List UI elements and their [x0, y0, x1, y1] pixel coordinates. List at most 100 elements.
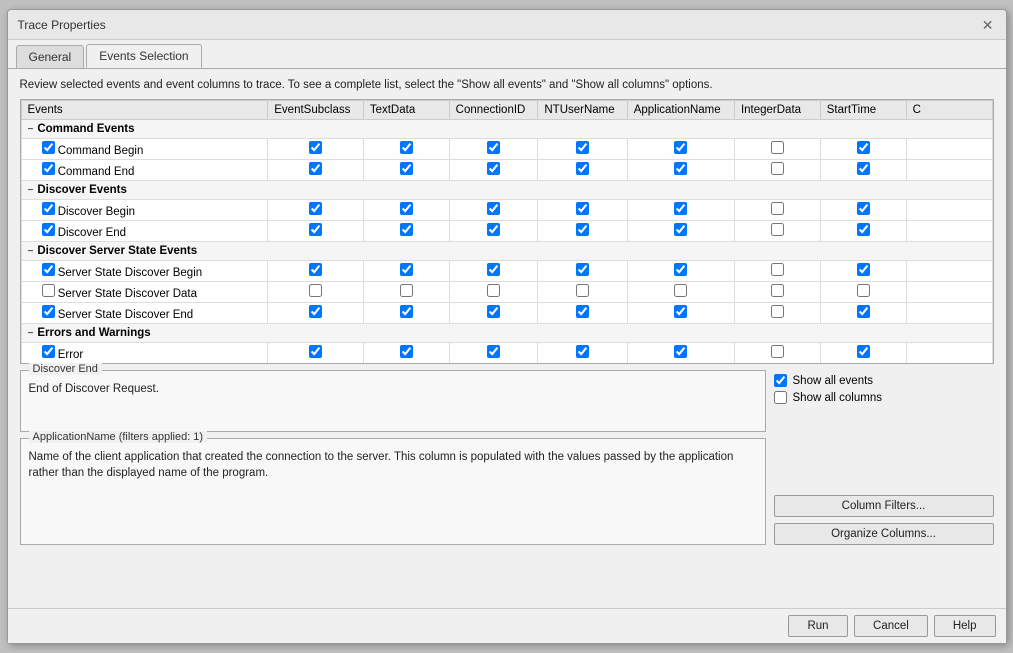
group-collapse-icon[interactable]: − [28, 185, 34, 196]
event-col-cell [820, 343, 906, 364]
group-collapse-icon[interactable]: − [28, 246, 34, 257]
col-checkbox[interactable] [857, 141, 870, 154]
col-checkbox[interactable] [487, 141, 500, 154]
table-row: Error [21, 343, 992, 364]
tab-general[interactable]: General [16, 45, 85, 68]
col-checkbox[interactable] [576, 223, 589, 236]
col-header-eventsubclass: EventSubclass [268, 101, 364, 120]
col-checkbox[interactable] [857, 223, 870, 236]
col-checkbox[interactable] [400, 162, 413, 175]
group-collapse-icon[interactable]: − [28, 328, 34, 339]
col-checkbox[interactable] [309, 223, 322, 236]
col-checkbox[interactable] [576, 345, 589, 358]
event-col-cell [363, 261, 449, 282]
col-checkbox[interactable] [487, 223, 500, 236]
event-name-cell: Command End [21, 160, 268, 181]
col-checkbox[interactable] [487, 263, 500, 276]
col-checkbox[interactable] [400, 141, 413, 154]
col-checkbox[interactable] [674, 305, 687, 318]
col-checkbox[interactable] [309, 162, 322, 175]
event-row-checkbox[interactable] [42, 305, 55, 318]
col-checkbox[interactable] [487, 305, 500, 318]
table-row: Server State Discover Data [21, 282, 992, 303]
help-button[interactable]: Help [934, 615, 996, 637]
col-checkbox[interactable] [576, 263, 589, 276]
col-checkbox[interactable] [674, 284, 687, 297]
col-checkbox[interactable] [771, 202, 784, 215]
col-checkbox[interactable] [309, 202, 322, 215]
col-checkbox[interactable] [771, 141, 784, 154]
col-checkbox[interactable] [771, 305, 784, 318]
col-checkbox[interactable] [674, 263, 687, 276]
show-all-events-checkbox[interactable] [774, 374, 787, 387]
col-checkbox[interactable] [576, 141, 589, 154]
event-col-cell [363, 343, 449, 364]
col-header-c: C [906, 101, 992, 120]
show-all-events-label: Show all events [793, 375, 874, 387]
col-checkbox[interactable] [771, 284, 784, 297]
event-row-checkbox[interactable] [42, 202, 55, 215]
show-all-columns-checkbox[interactable] [774, 391, 787, 404]
col-checkbox[interactable] [309, 345, 322, 358]
col-checkbox[interactable] [674, 202, 687, 215]
event-col-cell [538, 343, 627, 364]
col-checkbox[interactable] [400, 263, 413, 276]
col-checkbox[interactable] [674, 345, 687, 358]
event-row-checkbox[interactable] [42, 162, 55, 175]
col-checkbox[interactable] [771, 263, 784, 276]
col-checkbox[interactable] [674, 162, 687, 175]
organize-columns-button[interactable]: Organize Columns... [774, 523, 994, 545]
col-checkbox[interactable] [400, 284, 413, 297]
event-col-cell [734, 160, 820, 181]
col-checkbox[interactable] [576, 202, 589, 215]
col-checkbox[interactable] [857, 202, 870, 215]
tab-events-selection[interactable]: Events Selection [86, 44, 201, 68]
event-col-cell [449, 160, 538, 181]
application-name-title: ApplicationName (filters applied: 1) [29, 431, 208, 443]
cancel-button[interactable]: Cancel [854, 615, 928, 637]
col-checkbox[interactable] [857, 284, 870, 297]
group-collapse-icon[interactable]: − [28, 124, 34, 135]
col-checkbox[interactable] [771, 345, 784, 358]
events-table-wrapper[interactable]: Events EventSubclass TextData Connection… [20, 99, 994, 364]
event-row-checkbox[interactable] [42, 263, 55, 276]
bottom-area: Discover End End of Discover Request. Ap… [20, 370, 994, 545]
col-checkbox[interactable] [400, 345, 413, 358]
event-col-cell [449, 343, 538, 364]
col-checkbox[interactable] [400, 202, 413, 215]
col-checkbox[interactable] [576, 162, 589, 175]
col-checkbox[interactable] [771, 162, 784, 175]
col-checkbox[interactable] [309, 141, 322, 154]
table-row: Command End [21, 160, 992, 181]
event-row-checkbox[interactable] [42, 284, 55, 297]
col-checkbox[interactable] [487, 162, 500, 175]
run-button[interactable]: Run [788, 615, 848, 637]
event-col-cell [538, 160, 627, 181]
event-name-cell: Error [21, 343, 268, 364]
col-checkbox[interactable] [576, 305, 589, 318]
col-checkbox[interactable] [857, 162, 870, 175]
col-checkbox[interactable] [857, 305, 870, 318]
col-checkbox[interactable] [674, 141, 687, 154]
col-checkbox[interactable] [309, 284, 322, 297]
event-col-cell-last [906, 303, 992, 324]
col-checkbox[interactable] [400, 305, 413, 318]
event-row-checkbox[interactable] [42, 141, 55, 154]
close-button[interactable]: ✕ [980, 18, 996, 32]
col-checkbox[interactable] [771, 223, 784, 236]
col-checkbox[interactable] [674, 223, 687, 236]
col-checkbox[interactable] [857, 345, 870, 358]
col-checkbox[interactable] [487, 202, 500, 215]
col-checkbox[interactable] [309, 263, 322, 276]
event-col-cell [627, 200, 734, 221]
discover-end-box: Discover End End of Discover Request. [20, 370, 766, 432]
event-row-checkbox[interactable] [42, 345, 55, 358]
column-filters-button[interactable]: Column Filters... [774, 495, 994, 517]
col-checkbox[interactable] [400, 223, 413, 236]
col-checkbox[interactable] [309, 305, 322, 318]
col-checkbox[interactable] [487, 345, 500, 358]
event-row-checkbox[interactable] [42, 223, 55, 236]
col-checkbox[interactable] [487, 284, 500, 297]
col-checkbox[interactable] [857, 263, 870, 276]
col-checkbox[interactable] [576, 284, 589, 297]
